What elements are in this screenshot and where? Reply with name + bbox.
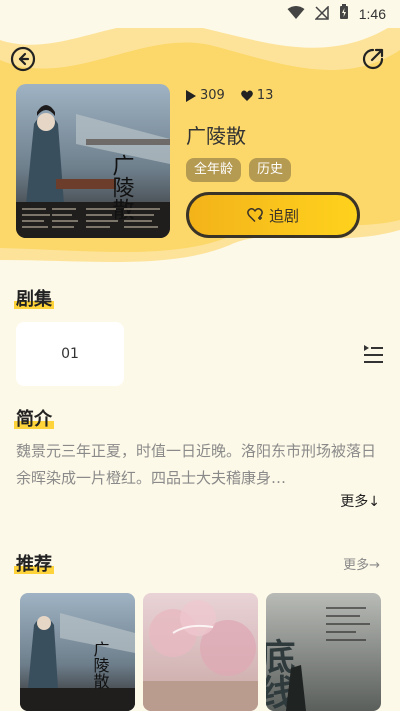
cover-title-text: 广陵散 — [109, 154, 135, 220]
playlist-icon — [364, 345, 383, 363]
status-time: 1:46 — [358, 6, 386, 22]
episode-list-button[interactable] — [362, 344, 384, 364]
tag-age-rating[interactable]: 全年龄 — [186, 158, 242, 182]
recommend-list: 广陵散 底线 — [20, 593, 381, 711]
recommend-cover-1-text: 广陵散 — [91, 641, 110, 690]
share-icon — [362, 48, 384, 70]
play-count-value: 309 — [200, 88, 225, 103]
recommend-cover-1: 广陵散 — [20, 593, 135, 711]
recommend-more-button[interactable]: 更多→ — [343, 554, 380, 573]
heart-plus-icon — [247, 207, 263, 222]
recommend-card[interactable]: 广陵散 — [20, 593, 135, 711]
recommend-cover-2 — [143, 593, 258, 711]
drama-cover[interactable]: 广陵散 — [16, 84, 170, 238]
recommend-card[interactable] — [143, 593, 258, 711]
tag-genre[interactable]: 历史 — [249, 158, 292, 182]
intro-text: 魏景元三年正夏，时值一日近晚。洛阳东市刑场被落日余晖染成一片橙红。四品士大夫稽康… — [16, 442, 377, 487]
signal-icon — [313, 4, 329, 24]
recommend-cover-3: 底线 — [266, 593, 381, 711]
back-arrow-icon — [10, 46, 36, 72]
episode-item[interactable]: 01 — [16, 322, 124, 386]
drama-header: 广陵散 309 13 广陵散 全年龄 历史 追剧 — [0, 28, 400, 288]
status-bar: 1:46 — [0, 0, 400, 28]
drama-tags: 全年龄 历史 — [186, 158, 292, 182]
recommend-heading: 推荐 — [14, 550, 54, 576]
heart-icon — [240, 90, 253, 101]
drama-stats: 309 13 — [186, 88, 273, 103]
cover-artwork: 广陵散 — [16, 84, 170, 238]
intro-more-button[interactable]: 更多↓ — [340, 491, 380, 511]
follow-label: 追剧 — [268, 206, 299, 225]
back-button[interactable] — [10, 46, 36, 72]
play-icon — [186, 89, 196, 102]
battery-icon — [339, 4, 349, 24]
intro-heading: 简介 — [14, 405, 54, 431]
like-count: 13 — [240, 88, 274, 103]
like-count-value: 13 — [256, 88, 274, 103]
recommend-card[interactable]: 底线 — [266, 593, 381, 711]
drama-title: 广陵散 — [186, 124, 246, 148]
wifi-icon — [287, 5, 305, 24]
play-count: 309 — [186, 88, 225, 103]
follow-button[interactable]: 追剧 — [186, 192, 360, 238]
share-button[interactable] — [360, 46, 386, 72]
